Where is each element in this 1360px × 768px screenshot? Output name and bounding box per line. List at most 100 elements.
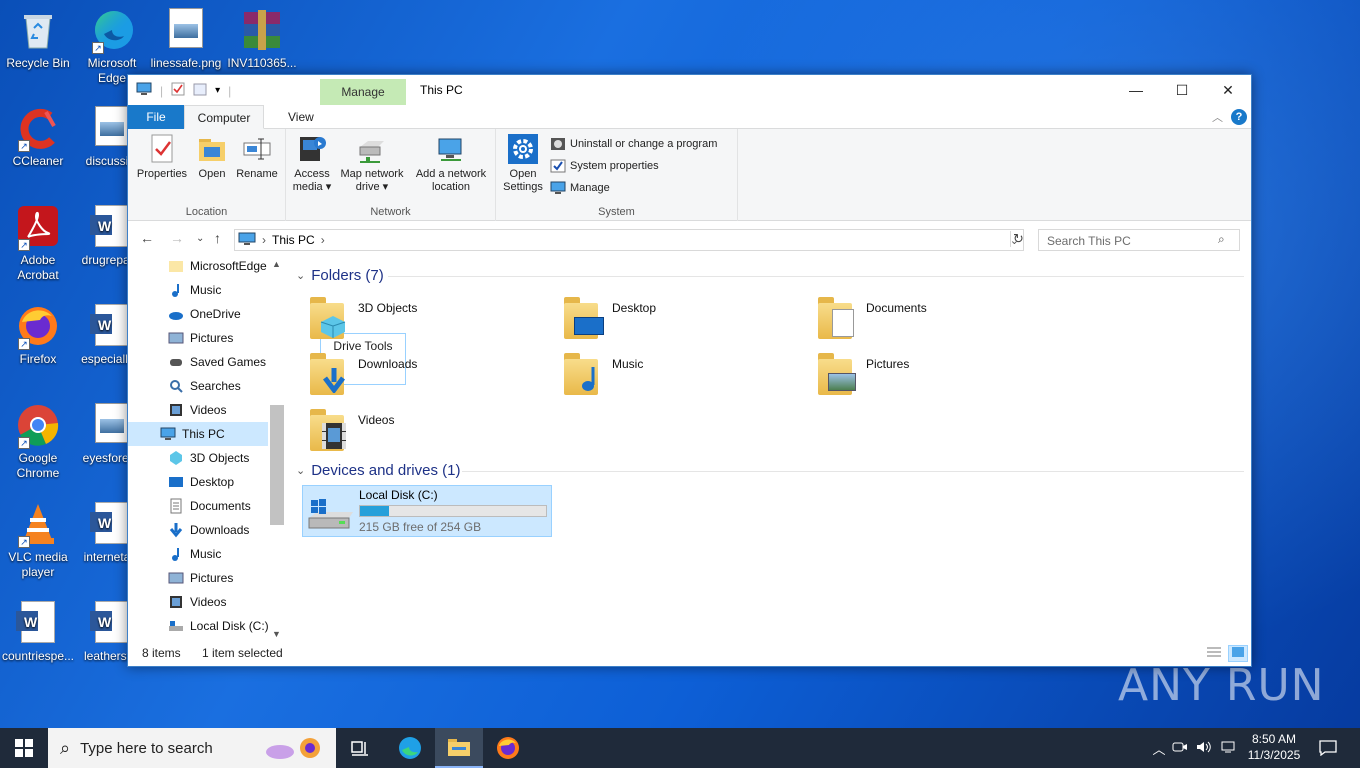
nav-item-pictures[interactable]: Pictures (128, 326, 268, 350)
system-properties-button[interactable]: System properties (550, 156, 659, 176)
desktop-icon-chrome[interactable]: ↗ Google Chrome (0, 403, 76, 481)
shortcut-arrow-icon: ↗ (18, 437, 30, 449)
forward-arrow-icon[interactable]: → (170, 230, 184, 246)
minimize-button[interactable]: — (1113, 75, 1159, 105)
details-view-icon[interactable] (1206, 646, 1222, 661)
videos-icon (168, 402, 184, 418)
nav-item-searches[interactable]: Searches (128, 374, 268, 398)
desktop-icon-linessafe[interactable]: linessafe.png (148, 8, 224, 71)
nav-item-onedrive[interactable]: OneDrive (128, 302, 268, 326)
scroll-up-icon[interactable]: ▲ (272, 259, 281, 269)
action-center-button[interactable] (1304, 728, 1352, 768)
tab-view[interactable]: View (276, 105, 326, 129)
properties-qat-icon[interactable] (171, 82, 185, 99)
desktop-icon-inv-archive[interactable]: INV110365... (224, 8, 300, 71)
scroll-down-icon[interactable]: ▼ (272, 629, 281, 639)
scrollbar-thumb[interactable] (270, 405, 284, 525)
network-icon[interactable] (1216, 740, 1240, 757)
folder-documents[interactable]: Documents (800, 297, 1050, 349)
breadcrumb-this-pc[interactable]: This PC (272, 233, 315, 247)
access-media-button[interactable]: Access media ▾ (290, 133, 334, 194)
rename-button[interactable]: Rename (232, 133, 282, 181)
manage-button[interactable]: Manage (550, 178, 610, 198)
nav-item-music[interactable]: Music (128, 278, 268, 302)
ribbon-tabs: File Computer View Drive Tools ︿ ? (128, 105, 1251, 385)
nav-item-microsoftedge[interactable]: MicrosoftEdge (128, 257, 268, 278)
searches-icon (168, 378, 184, 394)
videos-icon (168, 594, 184, 610)
task-view-button[interactable] (336, 728, 384, 768)
collapse-ribbon-icon[interactable]: ︿ (1212, 109, 1223, 125)
folder-desktop[interactable]: Desktop (546, 297, 796, 349)
taskbar-search-box[interactable]: ⌕ Type here to search (48, 728, 336, 768)
taskbar-file-explorer[interactable] (435, 728, 483, 768)
open-settings-button[interactable]: Open Settings (500, 133, 546, 194)
nav-item-videos-2[interactable]: Videos (128, 590, 268, 614)
nav-item-documents[interactable]: Documents (128, 494, 268, 518)
folder-pictures[interactable]: Pictures (800, 353, 1050, 405)
desktop-icon-ccleaner[interactable]: ↗ CCleaner (0, 106, 76, 169)
drive-local-disk-c[interactable]: Local Disk (C:) 215 GB free of 254 GB (302, 485, 552, 537)
folder-downloads[interactable]: Downloads (292, 353, 542, 405)
access-media-label-2: media ▾ (292, 181, 332, 193)
anyrun-watermark: ANY RUN (1118, 660, 1325, 711)
uninstall-program-button[interactable]: Uninstall or change a program (550, 134, 717, 154)
nav-item-videos[interactable]: Videos (128, 398, 268, 422)
help-icon[interactable]: ? (1231, 109, 1247, 125)
taskbar-firefox[interactable] (484, 728, 532, 768)
section-divider (462, 471, 1244, 472)
navigation-scrollbar[interactable]: ▲ ▼ (269, 257, 285, 641)
refresh-icon[interactable]: ↻ (1010, 231, 1024, 247)
nav-item-local-disk[interactable]: Local Disk (C:) (128, 614, 269, 638)
nav-item-this-pc[interactable]: This PC (128, 422, 268, 446)
folder-videos[interactable]: Videos (292, 409, 542, 461)
nav-item-3d-objects[interactable]: 3D Objects (128, 446, 268, 470)
tab-file[interactable]: File (128, 105, 184, 129)
meet-now-icon[interactable] (1168, 740, 1192, 757)
properties-button[interactable]: Properties (134, 133, 190, 181)
folder-music-icon (564, 353, 604, 397)
desktop-icon-countriespe[interactable]: W countriespe... (0, 601, 76, 664)
recent-locations-chevron-icon[interactable]: ⌄ (196, 233, 204, 244)
folders-section-header[interactable]: ⌄ Folders (7) (296, 267, 384, 284)
start-button[interactable] (0, 728, 48, 768)
image-file-icon (164, 8, 208, 52)
taskbar-edge[interactable] (386, 728, 434, 768)
nav-item-desktop[interactable]: Desktop (128, 470, 268, 494)
close-button[interactable]: ✕ (1205, 75, 1251, 105)
uninstall-icon (550, 136, 566, 152)
back-arrow-icon[interactable]: ← (140, 230, 154, 246)
tab-computer[interactable]: Computer (184, 105, 264, 129)
up-arrow-icon[interactable]: ↑ (214, 230, 221, 246)
desktop-icon-vlc[interactable]: ↗ VLC media player (0, 502, 76, 580)
address-bar[interactable]: › This PC › ⌄ (234, 229, 1024, 251)
breadcrumb-chevron-icon[interactable]: › (321, 233, 325, 247)
file-explorer-icon (448, 739, 470, 756)
drives-section-header[interactable]: ⌄ Devices and drives (1) (296, 462, 460, 479)
folder-music[interactable]: Music (546, 353, 796, 405)
large-icons-view-icon[interactable] (1228, 645, 1248, 662)
folder-3d-objects[interactable]: 3D Objects (292, 297, 542, 349)
search-icon: ⌕ (60, 737, 71, 758)
nav-item-pictures-2[interactable]: Pictures (128, 566, 268, 590)
customize-qat-icon[interactable]: ▾ (215, 85, 220, 96)
desktop-icon-firefox[interactable]: ↗ Firefox (0, 304, 76, 367)
nav-item-music-2[interactable]: Music (128, 542, 268, 566)
desktop-icon-acrobat[interactable]: ↗ Adobe Acrobat (0, 205, 76, 283)
volume-icon[interactable] (1192, 740, 1216, 757)
map-network-drive-button[interactable]: Map network drive ▾ (336, 133, 408, 194)
open-button[interactable]: Open (192, 133, 232, 181)
taskbar-clock[interactable]: 8:50 AM 11/3/2025 (1244, 731, 1304, 763)
word-doc-icon: W (16, 601, 60, 645)
folder-pictures-icon (818, 353, 858, 397)
maximize-button[interactable]: ☐ (1159, 75, 1205, 105)
search-input[interactable]: Search This PC (1038, 229, 1240, 251)
desktop-icon-recycle-bin[interactable]: Recycle Bin (0, 8, 76, 71)
nav-item-downloads[interactable]: Downloads (128, 518, 268, 542)
new-folder-qat-icon[interactable] (193, 82, 207, 99)
show-hidden-icons-chevron-icon[interactable]: ︿ (1150, 739, 1168, 758)
add-network-location-button[interactable]: Add a network location (410, 133, 492, 194)
manage-contextual-tab[interactable]: Manage (320, 79, 406, 105)
nav-item-saved-games[interactable]: Saved Games (128, 350, 268, 374)
breadcrumb-chevron-icon[interactable]: › (262, 233, 266, 247)
